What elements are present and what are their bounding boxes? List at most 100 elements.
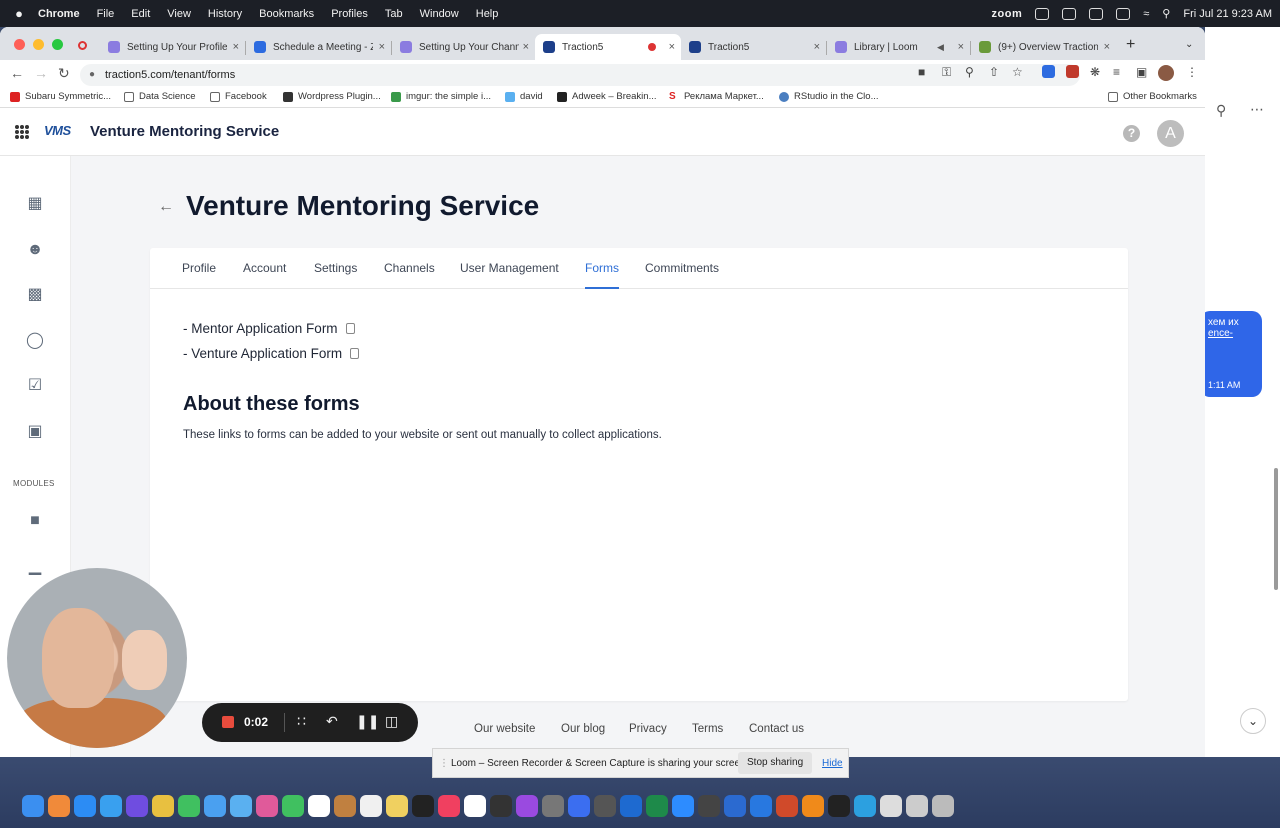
settings-icon[interactable]: [542, 795, 564, 817]
stop-recording-button[interactable]: [222, 716, 234, 728]
mail-icon[interactable]: [204, 795, 226, 817]
app-icon[interactable]: [828, 795, 850, 817]
loom-camera-bubble[interactable]: [7, 568, 187, 748]
menu-view[interactable]: View: [167, 8, 191, 20]
camera-icon[interactable]: ■: [918, 65, 925, 79]
share-icon[interactable]: ⇧: [989, 65, 999, 79]
vms-logo[interactable]: VMS: [44, 123, 71, 138]
vlc-icon[interactable]: [802, 795, 824, 817]
excel-icon[interactable]: [646, 795, 668, 817]
menu-window[interactable]: Window: [420, 8, 459, 20]
extension-icon[interactable]: [1042, 65, 1055, 78]
tab-settings[interactable]: Settings: [314, 261, 357, 289]
launchpad-icon[interactable]: [48, 795, 70, 817]
bookmark-item[interactable]: Data Science: [124, 91, 196, 102]
dashboard-icon[interactable]: ▦: [26, 195, 44, 213]
kebab-menu-icon[interactable]: ⋮: [1186, 65, 1198, 79]
footer-link-privacy[interactable]: Privacy: [629, 723, 667, 735]
tab-commitments[interactable]: Commitments: [645, 261, 719, 289]
forward-icon[interactable]: →: [34, 65, 48, 81]
app-icon[interactable]: [750, 795, 772, 817]
zoom-icon[interactable]: [672, 795, 694, 817]
help-icon[interactable]: ?: [1123, 125, 1140, 142]
back-icon[interactable]: ←: [10, 65, 24, 81]
form-link-label[interactable]: - Venture Application Form: [183, 346, 342, 361]
form-link-mentor[interactable]: - Mentor Application Form: [183, 321, 355, 336]
copy-icon[interactable]: [350, 348, 360, 359]
status-icon[interactable]: [1089, 7, 1104, 20]
app-icon[interactable]: [594, 795, 616, 817]
restart-icon[interactable]: ↶: [326, 713, 338, 730]
calendar-icon[interactable]: ▣: [26, 423, 44, 441]
browser-tab[interactable]: Setting Up Your Profile ×: [100, 34, 245, 60]
telegram-icon[interactable]: [854, 795, 876, 817]
footer-link-blog[interactable]: Our blog: [561, 723, 605, 735]
footer-link-terms[interactable]: Terms: [692, 723, 723, 735]
menu-app-name[interactable]: Chrome: [38, 8, 80, 20]
chevron-down-icon[interactable]: ⌄: [1240, 708, 1266, 734]
status-icon[interactable]: [1035, 7, 1050, 20]
browser-tab[interactable]: Library | Loom ◀ ×: [827, 34, 970, 60]
notes-icon[interactable]: [386, 795, 408, 817]
menu-bookmarks[interactable]: Bookmarks: [259, 8, 314, 20]
new-tab-button[interactable]: +: [1126, 36, 1135, 54]
extension-icon[interactable]: [1066, 65, 1079, 78]
form-link-venture[interactable]: - Venture Application Form: [183, 346, 360, 361]
browser-tab[interactable]: Setting Up Your Chann ×: [392, 34, 535, 60]
bookmark-item[interactable]: Wordpress Plugin...: [283, 91, 381, 102]
bookmark-item[interactable]: RStudio in the Clo...: [779, 91, 879, 102]
maximize-window-icon[interactable]: [52, 39, 63, 50]
sidebar-icon[interactable]: ▣: [1136, 65, 1147, 79]
user-avatar[interactable]: A: [1157, 120, 1184, 147]
bar-chart-icon[interactable]: ▁: [26, 558, 44, 576]
tab-user-management[interactable]: User Management: [460, 261, 559, 289]
close-tab-icon[interactable]: ×: [379, 41, 385, 53]
calendar-check-icon[interactable]: ☑: [26, 377, 44, 395]
word-icon[interactable]: [724, 795, 746, 817]
chrome-icon[interactable]: [152, 795, 174, 817]
contacts-icon[interactable]: [334, 795, 356, 817]
menu-tab[interactable]: Tab: [385, 8, 403, 20]
tab-forms[interactable]: Forms: [585, 261, 619, 289]
minimize-window-icon[interactable]: [33, 39, 44, 50]
maps-icon[interactable]: [230, 795, 252, 817]
music-icon[interactable]: [438, 795, 460, 817]
browser-tab[interactable]: (9+) Overview Traction ×: [971, 34, 1116, 60]
close-tab-icon[interactable]: ×: [958, 41, 964, 53]
battery-icon[interactable]: [1116, 7, 1131, 20]
reload-icon[interactable]: ↻: [58, 65, 70, 82]
browser-tab[interactable]: Schedule a Meeting - Z ×: [246, 34, 391, 60]
trash-icon[interactable]: [932, 795, 954, 817]
status-icon[interactable]: [1062, 7, 1077, 20]
app-store-icon[interactable]: [74, 795, 96, 817]
copy-icon[interactable]: [345, 323, 355, 334]
menu-edit[interactable]: Edit: [131, 8, 150, 20]
close-tab-icon[interactable]: ×: [1104, 41, 1110, 53]
hide-button[interactable]: Hide: [822, 758, 843, 769]
puzzle-icon[interactable]: ❋: [1090, 65, 1100, 79]
people-icon[interactable]: ☻: [26, 241, 44, 259]
chat-icon[interactable]: ■: [26, 512, 44, 530]
browser-tab[interactable]: Traction5 ×: [681, 34, 826, 60]
menu-file[interactable]: File: [97, 8, 115, 20]
apple-menu-icon[interactable]: ●: [0, 6, 38, 21]
finder-icon[interactable]: [22, 795, 44, 817]
datetime-label[interactable]: Fri Jul 21 9:23 AM: [1183, 8, 1272, 20]
tab-profile[interactable]: Profile: [182, 261, 216, 289]
drag-handle-icon[interactable]: ∷: [297, 713, 306, 730]
address-bar[interactable]: ● traction5.com/tenant/forms: [80, 64, 1080, 86]
zoom-status-label[interactable]: zoom: [992, 8, 1023, 20]
bookmark-item[interactable]: Facebook: [210, 91, 267, 102]
app-icon[interactable]: [880, 795, 902, 817]
slack-icon[interactable]: [464, 795, 486, 817]
bookmark-item[interactable]: Subaru Symmetric...: [10, 91, 111, 102]
wifi-icon[interactable]: ≈: [1143, 8, 1149, 20]
profile-avatar-icon[interactable]: [1158, 65, 1174, 81]
form-link-label[interactable]: - Mentor Application Form: [183, 321, 338, 336]
zoom-icon[interactable]: ⚲: [965, 65, 974, 79]
app-icon[interactable]: [126, 795, 148, 817]
stop-sharing-button[interactable]: Stop sharing: [738, 752, 813, 774]
bookmark-star-icon[interactable]: ☆: [1012, 65, 1023, 79]
close-tab-icon[interactable]: ×: [523, 41, 529, 53]
back-arrow-icon[interactable]: ←: [158, 198, 174, 216]
